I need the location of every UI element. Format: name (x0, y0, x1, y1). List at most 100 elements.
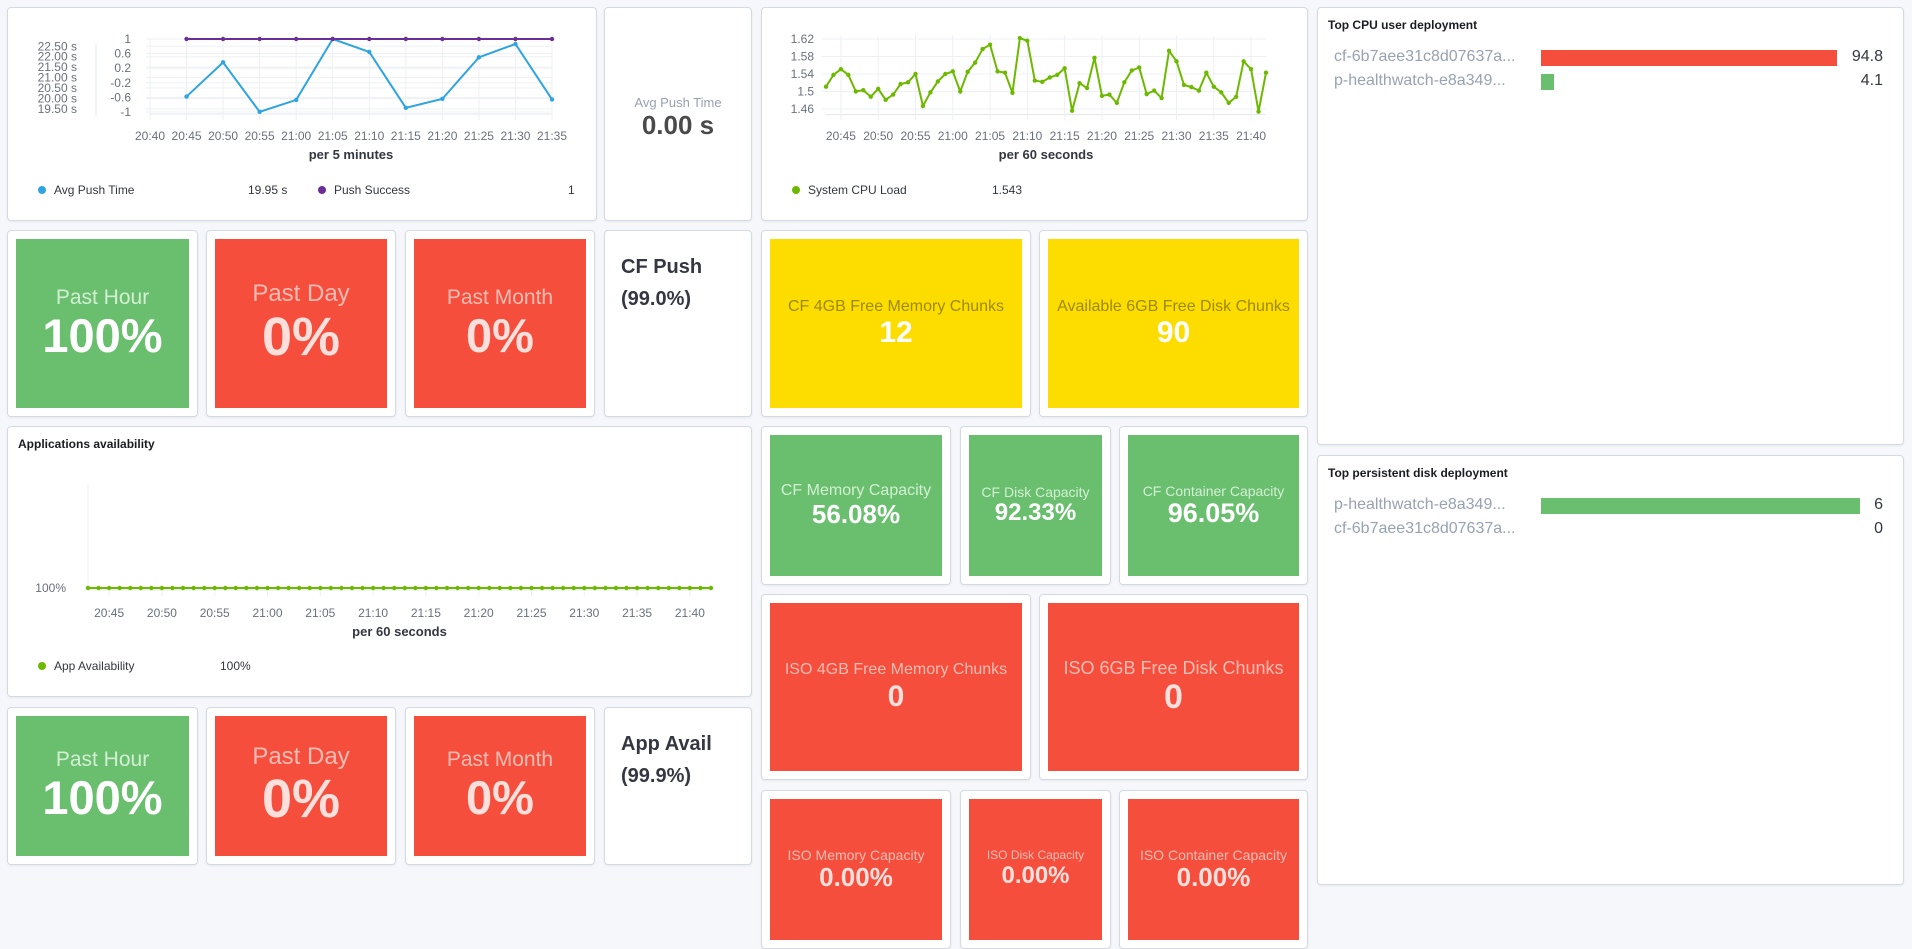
cf-push-past-month-tile: Past Month 0% (405, 230, 595, 417)
legend-system-cpu-load[interactable]: System CPU Load (792, 183, 907, 197)
data-point (883, 97, 888, 103)
legend-label: Avg Push Time (54, 183, 135, 197)
x-tick-label: 21:40 (1236, 129, 1266, 143)
data-point (339, 585, 344, 591)
data-point (890, 92, 896, 97)
legend-avg-push-time[interactable]: Avg Push Time (38, 183, 134, 197)
cf-container-capacity-tile: CF Container Capacity 96.05% (1119, 426, 1308, 585)
data-point (370, 585, 376, 591)
y-tick-label: 1.58 (791, 50, 815, 64)
cpu-load-chart-panel: 1.62 1.58 1.54 1.5 1.46 20:45 20:50 20:55 21:00 2… (761, 7, 1308, 221)
data-point (1159, 95, 1164, 101)
data-point (1002, 70, 1008, 75)
data-point (392, 585, 397, 591)
data-point (980, 46, 985, 52)
bar-value: 6 (1874, 496, 1883, 513)
metric-value: 12 (879, 316, 913, 350)
data-point (402, 585, 407, 591)
panel-title: Top CPU user deployment (1328, 18, 1478, 32)
x-axis-title: per 60 seconds (352, 624, 447, 639)
data-point (257, 109, 262, 114)
data-point (296, 585, 302, 591)
metric-tile: Past Month 0% (414, 239, 586, 408)
data-point (677, 585, 682, 591)
legend-value: 100% (220, 659, 251, 673)
data-point (1181, 82, 1187, 88)
bar-row[interactable]: cf-6b7aee31c8d07637a... 94.8 (1318, 48, 1903, 68)
data-point (233, 585, 239, 591)
app-availability-chart: 100% 20:45 20:50 20:55 21:00 21:05 21:10 21:15 2… (35, 483, 714, 639)
metric-value: 0% (261, 306, 341, 367)
x-tick-label: 20:50 (147, 606, 177, 620)
metric-value: 0.00% (1001, 862, 1070, 890)
y-tick-label: -0.6 (110, 90, 131, 104)
legend-app-availability[interactable]: App Availability (38, 659, 135, 673)
data-point (1099, 93, 1105, 99)
push-time-chart-panel: 22.50 s 22.00 s 21.50 s 21.00 s 20.50 s 20.00… (7, 7, 597, 221)
x-tick-label: 21:35 (622, 606, 652, 620)
bar-label: p-healthwatch-e8a349... (1334, 496, 1506, 513)
y-tick-label: 0.2 (114, 61, 131, 75)
data-point (434, 585, 439, 591)
data-point (549, 97, 555, 102)
data-point (571, 585, 576, 591)
data-point (170, 585, 175, 591)
metric-value: 100% (42, 771, 163, 825)
data-point (965, 69, 970, 75)
y-tick-label: 1.54 (791, 67, 815, 81)
data-point (549, 36, 555, 42)
top-disk-deployment-panel: Top persistent disk deployment p-healthw… (1317, 455, 1904, 885)
bar-row[interactable]: cf-6b7aee31c8d07637a... 0 (1318, 520, 1903, 540)
metric-tile: ISO 4GB Free Memory Chunks 0 (770, 603, 1022, 771)
x-tick-label: 21:25 (464, 129, 494, 143)
app-avail-title: App Avail (621, 733, 712, 755)
x-axis-title: per 60 seconds (999, 147, 1094, 162)
cf-push-past-day-tile: Past Day 0% (206, 230, 396, 417)
x-tick-label: 20:40 (135, 129, 165, 143)
data-point (1114, 100, 1120, 106)
legend-dot-icon (792, 186, 800, 194)
data-point (220, 36, 226, 42)
x-tick-label: 20:55 (200, 606, 230, 620)
bar (1541, 50, 1837, 66)
x-tick-label: 21:05 (305, 606, 335, 620)
x-tick-label: 21:30 (1161, 129, 1191, 143)
x-tick-label: 21:25 (1124, 129, 1154, 143)
data-point (1174, 59, 1179, 64)
data-point (367, 49, 372, 55)
bar-row[interactable]: p-healthwatch-e8a349... 4.1 (1318, 72, 1903, 92)
bar-row[interactable]: p-healthwatch-e8a349... 6 (1318, 496, 1903, 516)
data-point (846, 72, 851, 78)
y-tick-label: 1 (124, 32, 131, 46)
data-point (367, 36, 372, 42)
data-point (184, 36, 189, 42)
data-point (180, 585, 186, 591)
data-point (476, 55, 482, 60)
metric-tile: ISO Disk Capacity 0.00% (969, 799, 1102, 940)
data-point (708, 585, 714, 591)
data-point (1010, 90, 1015, 96)
data-point (1189, 84, 1194, 90)
data-point (853, 89, 859, 94)
app-avail-past-month-tile: Past Month 0% (405, 707, 595, 865)
legend-dot-icon (38, 662, 46, 670)
data-point (487, 585, 492, 591)
legend-push-success[interactable]: Push Success (318, 183, 410, 197)
data-point (275, 585, 281, 591)
data-point (413, 585, 418, 591)
data-point (360, 585, 365, 591)
x-tick-label: 21:20 (464, 606, 494, 620)
data-point (958, 89, 963, 94)
data-point (539, 585, 545, 591)
data-point (96, 585, 101, 591)
top-cpu-deployment-panel: Top CPU user deployment cf-6b7aee31c8d07… (1317, 7, 1904, 445)
data-point (244, 585, 249, 591)
data-point (328, 585, 334, 591)
avg-push-time-label: Avg Push Time (634, 95, 722, 110)
cf-push-title: CF Push (621, 256, 703, 278)
metric-label: Past Day (252, 742, 350, 770)
data-point (1084, 85, 1090, 91)
app-avail-past-day-tile: Past Day 0% (206, 707, 396, 865)
data-point (1032, 78, 1038, 83)
x-tick-label: 21:05 (318, 129, 348, 143)
